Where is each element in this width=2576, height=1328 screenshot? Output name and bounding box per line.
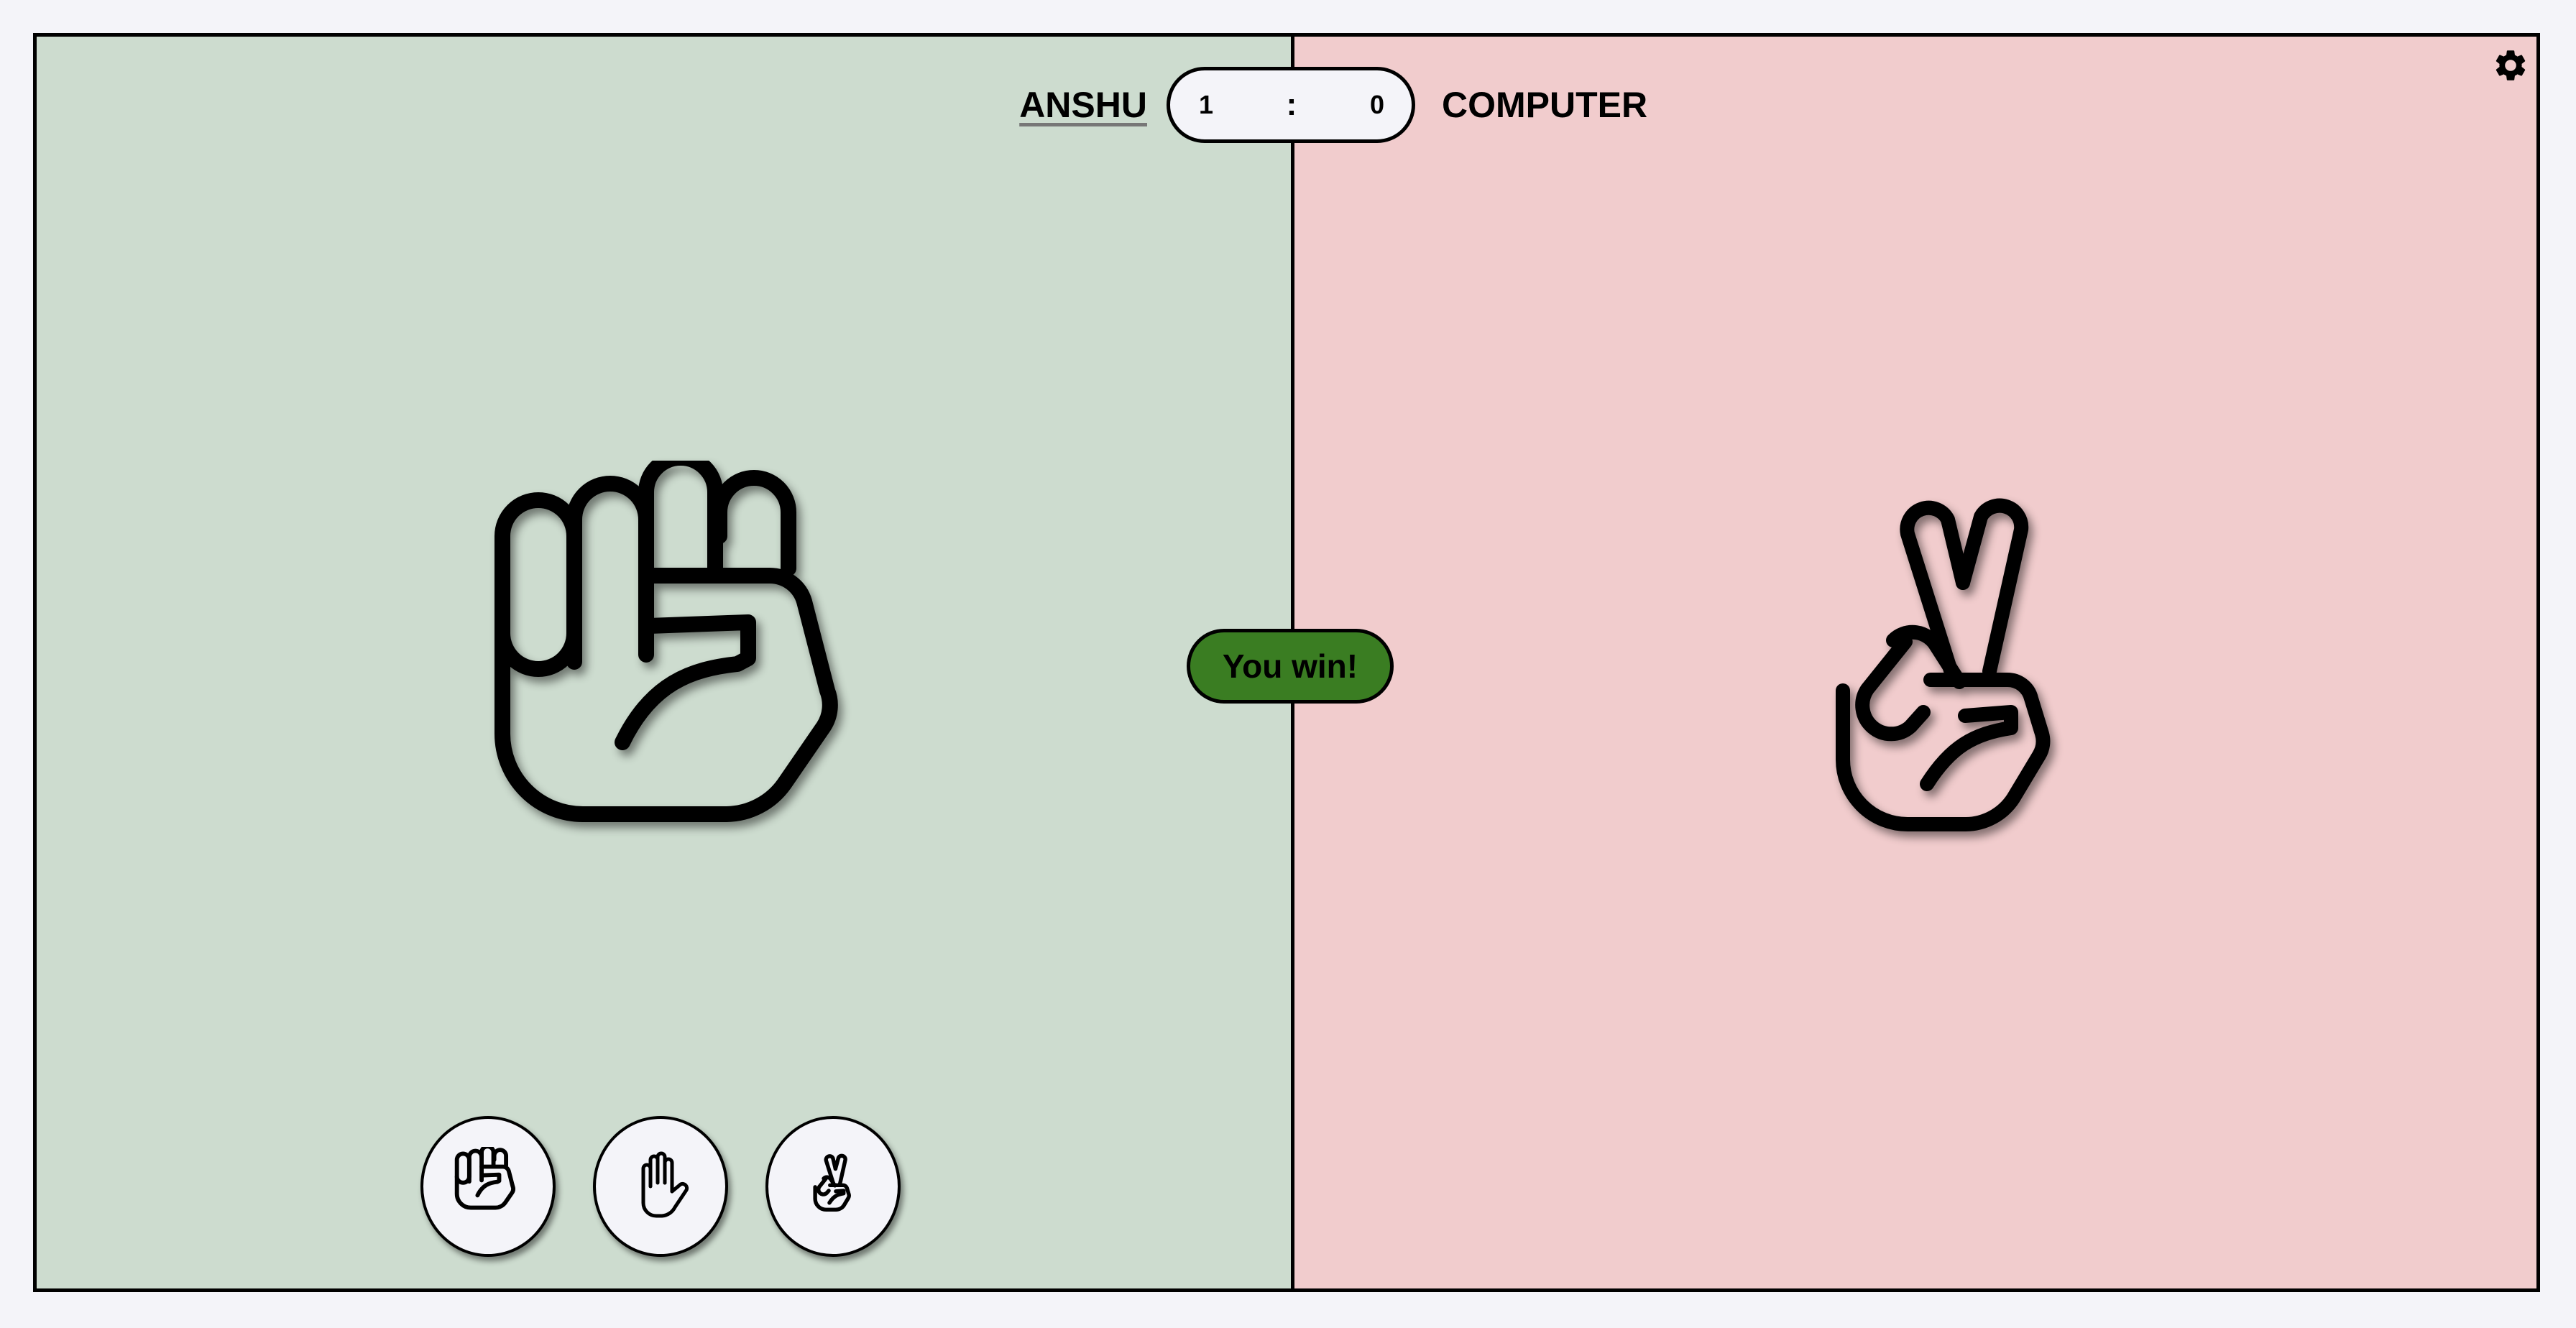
game-board: ANSHU COMPUTER 1: 0 You win! xyxy=(33,33,2540,1292)
computer-score: 0 xyxy=(1369,90,1384,119)
rock-button[interactable] xyxy=(420,1116,556,1257)
scoreboard: 1 : 0 xyxy=(1167,67,1415,143)
result-badge: You win! xyxy=(1187,629,1394,704)
score-separator: : xyxy=(1286,87,1297,122)
player-rock-hand-icon xyxy=(494,461,838,822)
computer-panel: COMPUTER xyxy=(1294,37,2536,1288)
computer-name: COMPUTER xyxy=(1442,85,1648,125)
paper-button[interactable] xyxy=(593,1116,728,1257)
computer-scissors-hand-icon xyxy=(1836,498,2051,831)
paper-icon xyxy=(641,1151,689,1218)
scissors-button[interactable] xyxy=(765,1116,901,1257)
rock-icon xyxy=(454,1147,515,1210)
player-name[interactable]: ANSHU xyxy=(1019,87,1147,123)
settings-gear-icon[interactable] xyxy=(2492,47,2529,84)
choice-buttons xyxy=(420,1116,901,1257)
scissors-icon xyxy=(813,1153,851,1212)
player-panel: ANSHU xyxy=(37,37,1294,1288)
player-score: 1 xyxy=(1199,90,1214,119)
